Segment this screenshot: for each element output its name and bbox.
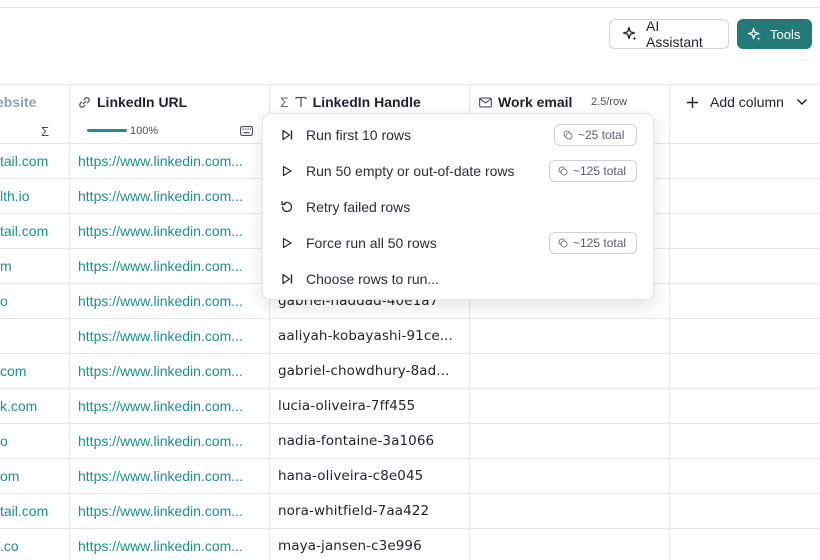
skip-forward-icon [282, 273, 293, 285]
linkedin-url-cell[interactable]: https://www.linkedin.com... [78, 431, 264, 451]
tools-button[interactable]: Tools [737, 19, 812, 49]
linkedin-handle-cell[interactable]: nadia-fontaine-3a1066 [278, 431, 464, 451]
link-icon [79, 96, 90, 108]
cost-per-row: 2.5/row [591, 96, 628, 108]
skip-forward-icon [282, 129, 293, 141]
play-icon [282, 165, 292, 177]
sparkle-icon [622, 26, 637, 41]
progress-text: 100% [130, 125, 159, 137]
column-divider [69, 84, 70, 560]
sum-icon: Σ [280, 94, 289, 110]
grid-line [0, 458, 820, 459]
website-cell[interactable]: tail.com [0, 501, 68, 521]
column-header-linkedin-url[interactable]: LinkedIn URL [78, 94, 187, 110]
website-cell[interactable]: m [0, 256, 68, 276]
menu-item-run-first-10[interactable]: Run first 10 rows ~25 total [263, 117, 653, 153]
run-options-menu: Run first 10 rows ~25 total Run 50 empty… [262, 113, 654, 300]
text-type-icon [295, 96, 307, 107]
grid-line [0, 423, 820, 424]
grid-line [0, 353, 820, 354]
menu-item-label: Run first 10 rows [306, 127, 412, 143]
menu-item-force-run-all[interactable]: Force run all 50 rows ~125 total [263, 225, 653, 261]
linkedin-handle-cell[interactable]: maya-jansen-c3e996 [278, 536, 464, 556]
grid-line [0, 528, 820, 529]
menu-item-label: Retry failed rows [306, 199, 411, 215]
linkedin-url-cell[interactable]: https://www.linkedin.com... [78, 361, 264, 381]
column-header-label: LinkedIn Handle [312, 94, 421, 110]
website-cell[interactable] [0, 326, 68, 346]
mail-icon [479, 96, 492, 108]
menu-item-choose-rows[interactable]: Choose rows to run... [263, 261, 653, 297]
cost-badge: ~125 total [549, 160, 637, 182]
linkedin-url-cell[interactable]: https://www.linkedin.com... [78, 291, 264, 311]
linkedin-handle-cell[interactable]: hana-oliveira-c8e045 [278, 466, 464, 486]
website-cell[interactable]: tail.com [0, 151, 68, 171]
linkedin-url-cell[interactable]: https://www.linkedin.com... [78, 221, 264, 241]
linkedin-handle-cell[interactable]: gabriel-chowdhury-8ad... [278, 361, 464, 381]
ai-assistant-button[interactable]: AI Assistant [609, 18, 729, 50]
credits-icon [558, 166, 568, 176]
grid-line [0, 318, 820, 319]
linkedin-url-cell[interactable]: https://www.linkedin.com... [78, 501, 264, 521]
menu-item-retry-failed[interactable]: Retry failed rows [263, 189, 653, 225]
cost-badge: ~25 total [554, 124, 637, 146]
play-icon [282, 237, 292, 249]
add-column-button[interactable]: Add column [686, 94, 808, 110]
website-cell[interactable]: lth.io [0, 186, 68, 206]
column-header-label: ebsite [0, 94, 37, 110]
sparkle-icon [747, 27, 761, 41]
column-header-label: Work email [498, 94, 573, 110]
linkedin-handle-cell[interactable]: nora-whitfield-7aa422 [278, 501, 464, 521]
column-header-work-email[interactable]: Work email [479, 94, 572, 110]
plus-icon [687, 96, 698, 108]
website-cell[interactable]: om [0, 466, 68, 486]
top-divider [0, 0, 820, 8]
menu-item-label: Run 50 empty or out-of-date rows [306, 163, 515, 179]
grid-line [0, 493, 820, 494]
sum-icon: Σ [41, 124, 50, 139]
website-cell[interactable]: .co [0, 536, 68, 556]
grid-line [0, 84, 820, 85]
menu-item-run-empty-rows[interactable]: Run 50 empty or out-of-date rows ~125 to… [263, 153, 653, 189]
tools-label: Tools [770, 26, 801, 42]
cost-badge-label: ~25 total [578, 128, 625, 142]
retry-icon [281, 200, 293, 213]
credits-icon [558, 238, 568, 248]
column-header-linkedin-handle[interactable]: Σ LinkedIn Handle [280, 94, 421, 110]
website-cell[interactable]: tail.com [0, 221, 68, 241]
linkedin-url-cell[interactable]: https://www.linkedin.com... [78, 396, 264, 416]
linkedin-url-cell[interactable]: https://www.linkedin.com... [78, 326, 264, 346]
website-cell[interactable]: com [0, 361, 68, 381]
website-cell[interactable]: o [0, 431, 68, 451]
linkedin-url-cell[interactable]: https://www.linkedin.com... [78, 466, 264, 486]
website-cell[interactable]: k.com [0, 396, 68, 416]
linkedin-url-cell[interactable]: https://www.linkedin.com... [78, 186, 264, 206]
column-header-website[interactable]: ebsite [0, 94, 36, 110]
linkedin-url-cell[interactable]: https://www.linkedin.com... [78, 256, 264, 276]
chevron-down-icon [796, 98, 807, 106]
add-column-label: Add column [710, 94, 784, 110]
column-header-label: LinkedIn URL [97, 94, 188, 110]
column-divider [669, 84, 670, 560]
ai-assistant-label: AI Assistant [646, 18, 703, 50]
keyboard-icon[interactable] [240, 126, 253, 136]
website-cell[interactable]: o [0, 291, 68, 311]
credits-icon [563, 130, 573, 140]
cost-badge-label: ~125 total [573, 236, 627, 250]
menu-item-label: Force run all 50 rows [306, 235, 437, 251]
linkedin-url-cell[interactable]: https://www.linkedin.com... [78, 536, 264, 556]
linkedin-url-cell[interactable]: https://www.linkedin.com... [78, 151, 264, 171]
linkedin-handle-cell[interactable]: aaliyah-kobayashi-91ce... [278, 326, 464, 346]
grid-line [0, 388, 820, 389]
progress-bar [87, 129, 127, 132]
linkedin-handle-cell[interactable]: lucia-oliveira-7ff455 [278, 396, 464, 416]
menu-item-label: Choose rows to run... [306, 271, 440, 287]
cost-badge: ~125 total [549, 232, 637, 254]
cost-badge-label: ~125 total [573, 164, 627, 178]
